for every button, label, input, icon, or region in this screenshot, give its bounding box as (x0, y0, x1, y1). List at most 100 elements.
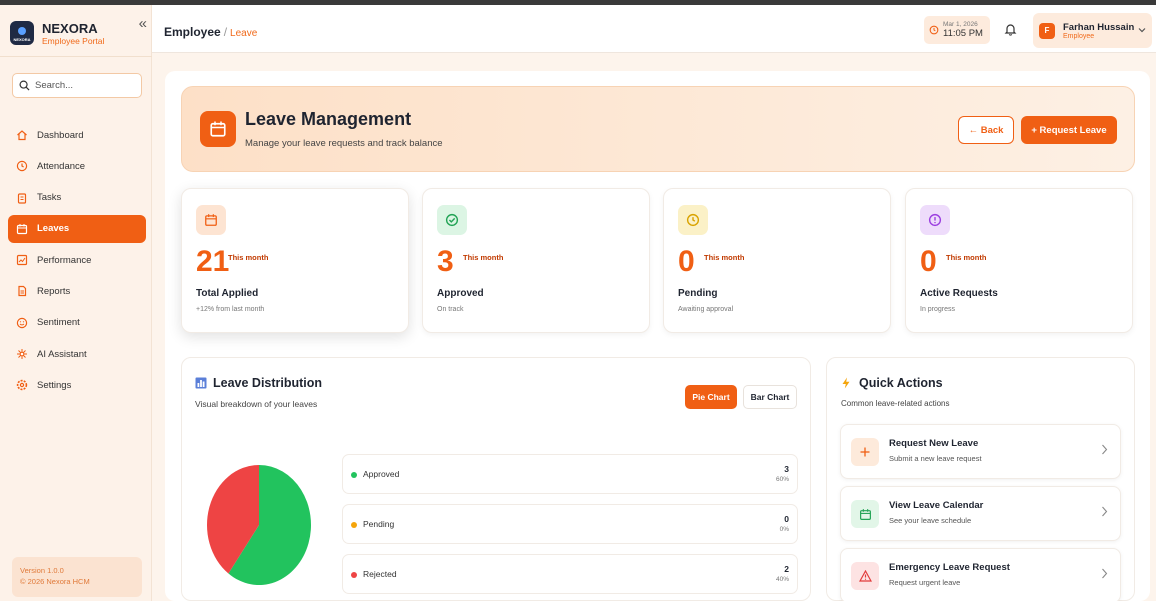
quick-action-view-leave-calendar[interactable]: View Leave Calendar See your leave sched… (840, 486, 1121, 541)
plus-icon (851, 438, 879, 466)
chevron-right-icon (1102, 444, 1108, 455)
legend-label: Rejected (363, 569, 397, 579)
quick-action-name: Emergency Leave Request (889, 562, 1010, 573)
clock-icon (678, 205, 708, 235)
stat-value: 0 (678, 245, 695, 278)
clock-icon (929, 25, 939, 35)
sparkle-icon (16, 348, 28, 360)
chevron-down-icon (1138, 28, 1146, 33)
sidebar: NEXORA NEXORA Employee Portal « Dashboar… (0, 5, 152, 601)
sidebar-item-ai-assistant[interactable]: AI Assistant (8, 340, 146, 368)
legend-label: Approved (363, 469, 400, 479)
stat-label: Active Requests (920, 288, 998, 299)
search-icon (19, 80, 30, 91)
bell-icon[interactable] (1004, 22, 1017, 41)
stat-card-active-requests[interactable]: 0 This month Active Requests In progress (905, 188, 1133, 333)
stat-label: Pending (678, 288, 718, 299)
sidebar-item-label: Sentiment (37, 317, 80, 329)
sidebar-item-tasks[interactable]: Tasks (8, 184, 146, 212)
pie-chart-toggle[interactable]: Pie Chart (685, 385, 737, 409)
stat-value: 21 (196, 245, 230, 278)
page-hero: Leave Management Manage your leave reque… (181, 86, 1135, 172)
quick-action-request-new-leave[interactable]: Request New Leave Submit a new leave req… (840, 424, 1121, 479)
page-subtitle: Manage your leave requests and track bal… (245, 138, 443, 149)
gear-icon (16, 379, 28, 391)
breadcrumb: Employee / Leave (164, 25, 257, 39)
status-dot (351, 572, 357, 578)
sidebar-nav: Dashboard Attendance Tasks Leaves Perfor… (8, 121, 146, 403)
chart-icon (16, 254, 28, 266)
search-input[interactable] (35, 80, 135, 91)
calendar-icon (200, 111, 236, 147)
quick-actions-panel: Quick Actions Common leave-related actio… (826, 357, 1135, 601)
quick-action-desc: See your leave schedule (889, 516, 972, 525)
user-menu[interactable]: F Farhan Hussain Employee (1033, 13, 1152, 48)
bar-chart-icon (195, 377, 207, 389)
clock-icon (16, 160, 28, 172)
search-box[interactable] (12, 73, 142, 98)
breadcrumb-root[interactable]: Employee (164, 25, 221, 39)
section-subtitle: Visual breakdown of your leaves (195, 399, 318, 409)
user-name: Farhan Hussain (1063, 21, 1135, 33)
legend-row-approved: Approved 3 60% (342, 454, 798, 494)
chevron-right-icon (1102, 506, 1108, 517)
smile-icon (16, 317, 28, 329)
brand[interactable]: NEXORA NEXORA Employee Portal (10, 13, 146, 53)
back-button[interactable]: ← Back (958, 116, 1014, 144)
status-dot (351, 472, 357, 478)
breadcrumb-current: Leave (230, 28, 258, 39)
stat-subtext: +12% from last month (196, 306, 265, 313)
sidebar-divider (0, 56, 152, 57)
sidebar-item-sentiment[interactable]: Sentiment (8, 309, 146, 337)
breadcrumb-separator: / (223, 25, 228, 39)
legend-count: 3 (784, 464, 789, 474)
clipboard-icon (16, 192, 28, 204)
sidebar-item-dashboard[interactable]: Dashboard (8, 121, 146, 149)
page-title: Leave Management (245, 109, 412, 129)
sidebar-item-label: AI Assistant (37, 348, 87, 360)
date-text: Mar 1, 2026 (943, 21, 978, 28)
sidebar-item-label: Tasks (37, 192, 62, 204)
collapse-sidebar-icon[interactable]: « (139, 15, 147, 32)
legend-label: Pending (363, 519, 395, 529)
bar-chart-toggle[interactable]: Bar Chart (743, 385, 797, 409)
sidebar-item-label: Attendance (37, 160, 86, 172)
datetime-display: Mar 1, 2026 11:05 PM (924, 16, 990, 44)
quick-action-desc: Request urgent leave (889, 578, 961, 587)
quick-action-desc: Submit a new leave request (889, 454, 982, 463)
stat-card-approved[interactable]: 3 This month Approved On track (422, 188, 650, 333)
sidebar-item-reports[interactable]: Reports (8, 277, 146, 305)
brand-logo: NEXORA (10, 21, 34, 45)
stat-value: 3 (437, 245, 454, 278)
legend-percent: 60% (775, 476, 789, 483)
sidebar-item-attendance[interactable]: Attendance (8, 152, 146, 180)
brand-name: NEXORA (42, 20, 98, 36)
sidebar-item-performance[interactable]: Performance (8, 246, 146, 274)
section-title: Leave Distribution (195, 376, 322, 390)
calendar-icon (16, 223, 28, 235)
sidebar-item-settings[interactable]: Settings (8, 371, 146, 399)
leave-distribution-panel: Leave Distribution Visual breakdown of y… (181, 357, 811, 601)
time-text: 11:05 PM (943, 28, 983, 39)
stat-value: 0 (920, 245, 937, 278)
quick-action-name: View Leave Calendar (889, 500, 984, 511)
legend-percent: 0% (779, 526, 789, 533)
stat-badge: This month (228, 253, 269, 262)
legend-count: 0 (784, 514, 789, 524)
status-dot (351, 522, 357, 528)
stat-card-total-applied[interactable]: 21 This month Total Applied +12% from la… (181, 188, 409, 333)
sidebar-item-label: Settings (37, 379, 72, 391)
legend-percent: 40% (775, 576, 789, 583)
distribution-title: Leave Distribution (213, 376, 323, 390)
request-leave-button[interactable]: + Request Leave (1021, 116, 1117, 144)
stat-label: Total Applied (196, 288, 259, 299)
version-text: Version 1.0.0 (20, 566, 64, 575)
stat-card-pending[interactable]: 0 This month Pending Awaiting approval (663, 188, 891, 333)
copyright-text: © 2026 Nexora HCM (20, 577, 90, 586)
stat-badge: This month (704, 253, 745, 262)
sidebar-item-leaves[interactable]: Leaves (8, 214, 146, 243)
stat-subtext: On track (437, 306, 464, 313)
section-title: Quick Actions (841, 376, 943, 390)
quick-action-emergency-leave-request[interactable]: Emergency Leave Request Request urgent l… (840, 548, 1121, 601)
section-subtitle: Common leave-related actions (841, 399, 950, 408)
